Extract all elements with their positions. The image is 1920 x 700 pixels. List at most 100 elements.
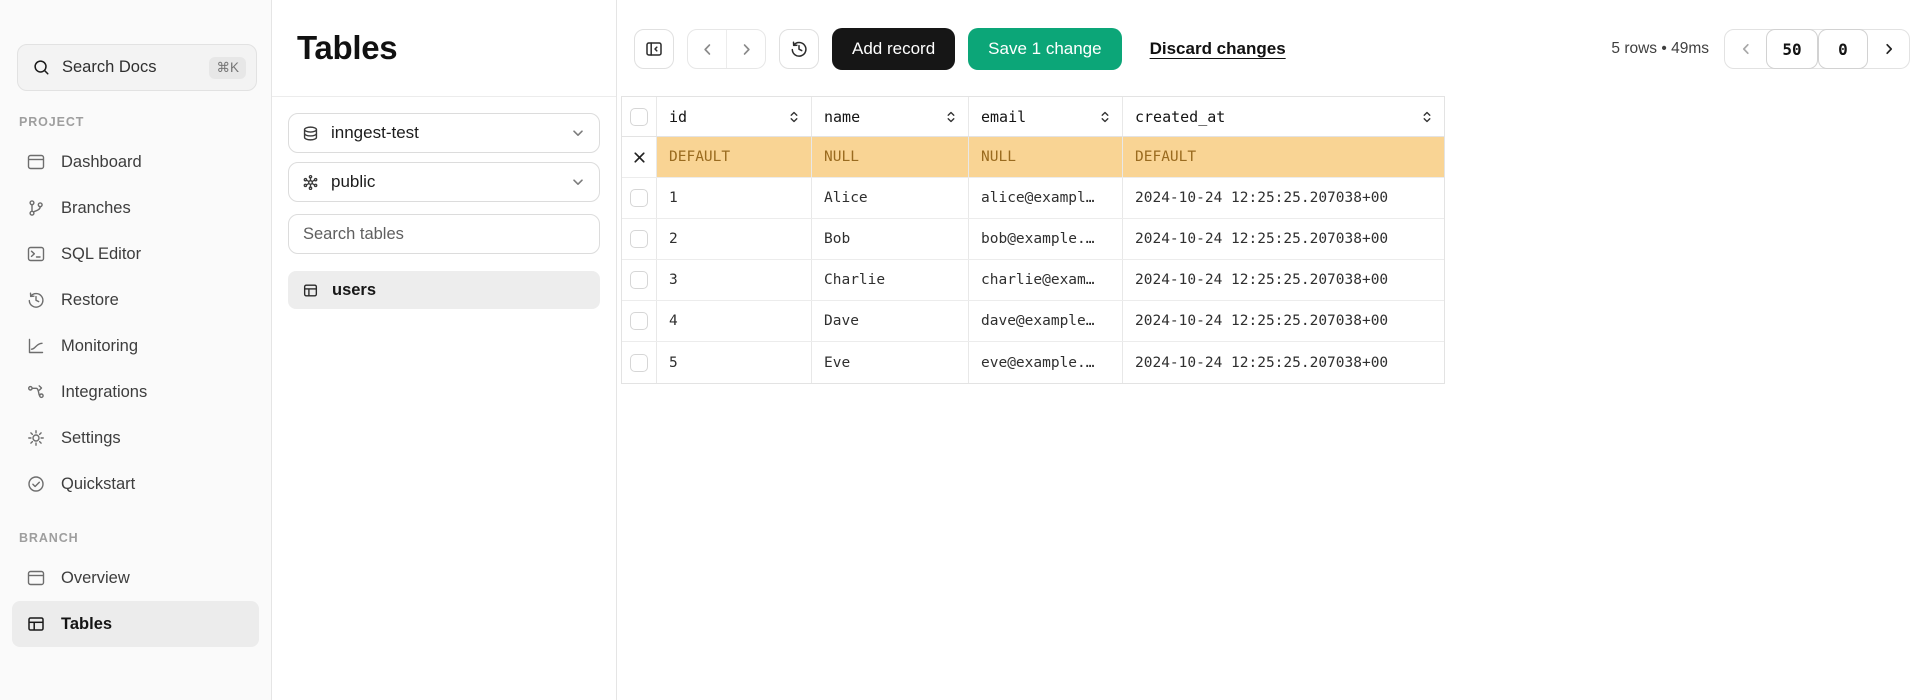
tables-panel: Tables inngest-test public <box>272 0 617 700</box>
panel-body: inngest-test public users <box>272 97 616 325</box>
cell-email[interactable]: dave@example… <box>969 301 1123 341</box>
database-icon <box>302 125 319 142</box>
chevron-right-icon <box>1881 41 1897 57</box>
row-checkbox[interactable] <box>630 189 648 207</box>
data-grid: id name email <box>621 96 1445 384</box>
schema-selector-value: public <box>331 172 375 192</box>
pagination-next-button[interactable] <box>1868 30 1909 68</box>
cell-name[interactable]: Charlie <box>812 260 969 300</box>
history-clock-icon <box>789 39 809 59</box>
cell-created-at[interactable]: 2024-10-24 12:25:25.207038+00 <box>1123 342 1444 383</box>
sidebar-item-sql-editor[interactable]: SQL Editor <box>12 231 259 277</box>
column-label: name <box>824 108 860 126</box>
sidebar-item-label: Settings <box>61 429 121 448</box>
column-header-id: id <box>657 97 812 136</box>
schema-selector[interactable]: public <box>288 162 600 202</box>
chevron-down-icon <box>570 125 586 141</box>
pending-cell-created-at[interactable]: DEFAULT <box>1123 137 1444 177</box>
gear-icon <box>26 428 46 448</box>
save-changes-button[interactable]: Save 1 change <box>968 28 1121 70</box>
offset-input[interactable]: 0 <box>1818 29 1868 69</box>
chevron-down-icon <box>570 174 586 190</box>
sidebar: Search Docs ⌘K PROJECT Dashboard Branche… <box>0 0 272 700</box>
grid-header-row: id name email <box>622 97 1444 137</box>
column-header-email: email <box>969 97 1123 136</box>
prev-page-button[interactable] <box>688 30 726 68</box>
chevron-right-icon <box>738 41 755 58</box>
cell-created-at[interactable]: 2024-10-24 12:25:25.207038+00 <box>1123 178 1444 218</box>
next-page-button[interactable] <box>726 30 765 68</box>
cell-created-at[interactable]: 2024-10-24 12:25:25.207038+00 <box>1123 219 1444 259</box>
table-list-item-users[interactable]: users <box>288 271 600 309</box>
cell-email[interactable]: alice@exampl… <box>969 178 1123 218</box>
discard-changes-link[interactable]: Discard changes <box>1150 39 1286 59</box>
row-checkbox[interactable] <box>630 271 648 289</box>
git-branch-icon <box>26 198 46 218</box>
cell-name[interactable]: Alice <box>812 178 969 218</box>
cell-id[interactable]: 2 <box>657 219 812 259</box>
cell-name[interactable]: Dave <box>812 301 969 341</box>
chart-line-icon <box>26 336 46 356</box>
history-clock-icon <box>26 290 46 310</box>
cell-name[interactable]: Bob <box>812 219 969 259</box>
sidebar-item-monitoring[interactable]: Monitoring <box>12 323 259 369</box>
sidebar-item-restore[interactable]: Restore <box>12 277 259 323</box>
pending-cell-id[interactable]: DEFAULT <box>657 137 812 177</box>
sidebar-item-settings[interactable]: Settings <box>12 415 259 461</box>
cell-email[interactable]: charlie@exam… <box>969 260 1123 300</box>
table-icon <box>302 282 319 299</box>
column-label: id <box>669 108 687 126</box>
sort-icon[interactable] <box>1420 110 1434 124</box>
add-record-button[interactable]: Add record <box>832 28 955 70</box>
sort-icon[interactable] <box>944 110 958 124</box>
pagination-prev-button[interactable] <box>1725 30 1766 68</box>
cell-created-at[interactable]: 2024-10-24 12:25:25.207038+00 <box>1123 260 1444 300</box>
cell-id[interactable]: 1 <box>657 178 812 218</box>
collapse-panel-button[interactable] <box>634 29 674 69</box>
sidebar-item-label: Branches <box>61 199 131 218</box>
check-circle-icon <box>26 474 46 494</box>
sidebar-item-tables[interactable]: Tables <box>12 601 259 647</box>
cell-id[interactable]: 5 <box>657 342 812 383</box>
row-select-cell <box>622 260 657 300</box>
cell-created-at[interactable]: 2024-10-24 12:25:25.207038+00 <box>1123 301 1444 341</box>
sidebar-item-dashboard[interactable]: Dashboard <box>12 139 259 185</box>
browser-window-icon <box>26 568 46 588</box>
pending-cell-name[interactable]: NULL <box>812 137 969 177</box>
sidebar-item-integrations[interactable]: Integrations <box>12 369 259 415</box>
sidebar-item-label: Restore <box>61 291 119 310</box>
toolbar: Add record Save 1 change Discard changes… <box>634 28 1910 70</box>
cell-email[interactable]: bob@example.… <box>969 219 1123 259</box>
page-size-input[interactable]: 50 <box>1766 29 1818 69</box>
sidebar-item-label: SQL Editor <box>61 245 141 264</box>
main-area: Add record Save 1 change Discard changes… <box>618 0 1920 700</box>
row-checkbox[interactable] <box>630 312 648 330</box>
cell-id[interactable]: 3 <box>657 260 812 300</box>
search-tables-input[interactable] <box>288 214 600 254</box>
history-button[interactable] <box>779 29 819 69</box>
row-checkbox[interactable] <box>630 230 648 248</box>
row-checkbox[interactable] <box>630 354 648 372</box>
pending-cell-email[interactable]: NULL <box>969 137 1123 177</box>
table-row: 3 Charlie charlie@exam… 2024-10-24 12:25… <box>622 260 1444 301</box>
sidebar-item-overview[interactable]: Overview <box>12 555 259 601</box>
cell-id[interactable]: 4 <box>657 301 812 341</box>
schema-icon <box>302 174 319 191</box>
sidebar-item-label: Tables <box>61 615 112 634</box>
sidebar-item-branches[interactable]: Branches <box>12 185 259 231</box>
search-shortcut-badge: ⌘K <box>209 57 246 79</box>
table-name-label: users <box>332 281 376 300</box>
database-selector-value: inngest-test <box>331 123 419 143</box>
cell-name[interactable]: Eve <box>812 342 969 383</box>
select-all-checkbox[interactable] <box>630 108 648 126</box>
sidebar-item-quickstart[interactable]: Quickstart <box>12 461 259 507</box>
search-docs-button[interactable]: Search Docs ⌘K <box>17 44 257 91</box>
sort-icon[interactable] <box>787 110 801 124</box>
column-label: email <box>981 108 1026 126</box>
database-selector[interactable]: inngest-test <box>288 113 600 153</box>
row-select-cell <box>622 301 657 341</box>
sort-icon[interactable] <box>1098 110 1112 124</box>
cell-email[interactable]: eve@example.… <box>969 342 1123 383</box>
cancel-pending-row-button[interactable] <box>622 137 657 177</box>
row-select-cell <box>622 342 657 383</box>
